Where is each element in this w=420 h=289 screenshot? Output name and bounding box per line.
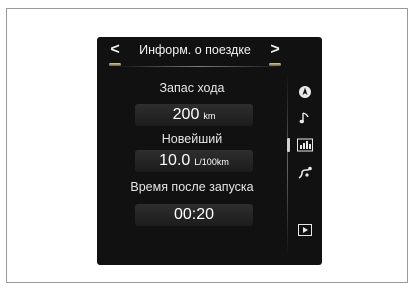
time-since-start-value-box: 00:20 (135, 204, 253, 226)
range-value-box: 200 km (135, 104, 253, 126)
route-icon[interactable] (293, 162, 317, 184)
header-divider (115, 66, 283, 67)
cluster-display: < Информ. о поездке > Запас хода 200 km Н… (97, 37, 322, 265)
recent-fuel-value: 10.0 (159, 152, 191, 169)
time-since-start-label: Время после запуска (130, 180, 254, 194)
menu-title: Информ. о поездке (139, 43, 251, 57)
range-label: Запас хода (159, 81, 225, 95)
menu-header: < Информ. о поездке > (107, 41, 283, 66)
previous-arrow-button[interactable]: < (107, 41, 123, 66)
sidebar (287, 71, 322, 261)
media-icon[interactable] (293, 220, 317, 242)
time-since-start-value: 00:20 (173, 206, 215, 223)
music-icon[interactable] (293, 107, 317, 129)
recent-fuel-unit: L/100km (194, 157, 229, 167)
range-value: 200 (172, 106, 200, 123)
active-indicator (287, 138, 290, 152)
trip-info-icon[interactable] (293, 134, 317, 156)
range-unit: km (203, 111, 216, 121)
navigation-icon[interactable] (293, 81, 317, 103)
recent-fuel-label: Новейший (161, 132, 223, 146)
next-arrow-button[interactable]: > (267, 41, 283, 66)
recent-fuel-value-box: 10.0 L/100km (135, 150, 253, 172)
